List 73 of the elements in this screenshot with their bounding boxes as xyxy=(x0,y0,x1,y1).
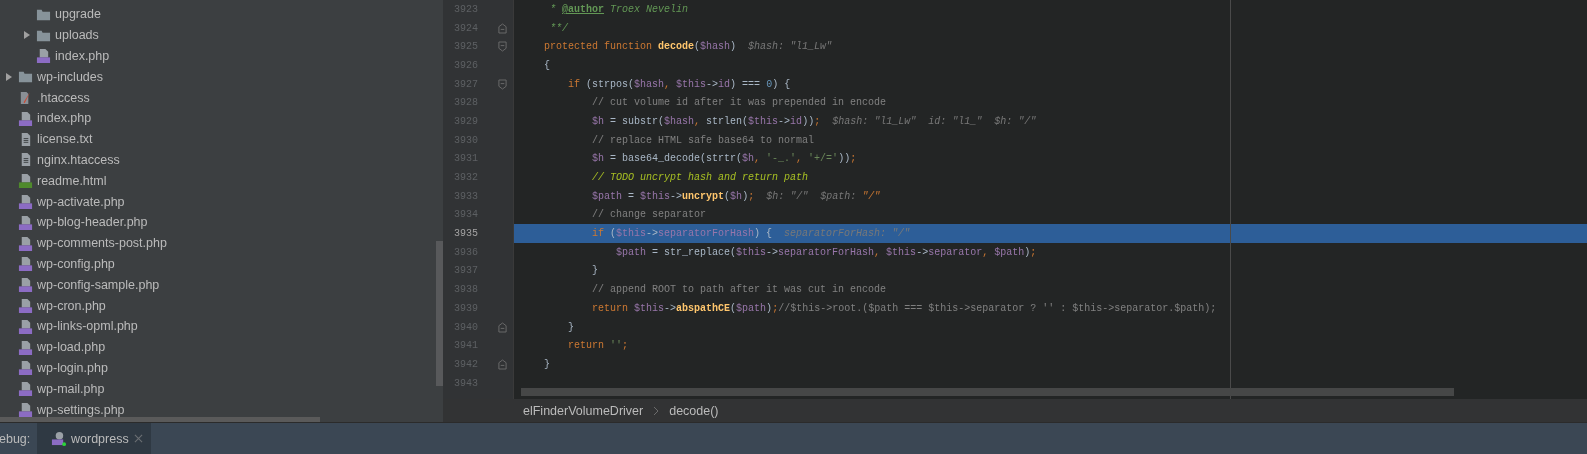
file-name[interactable]: index.php xyxy=(37,111,92,126)
breadcrumb[interactable]: elFinderVolumeDriver xyxy=(523,403,644,418)
code-line: if (strpos($hash, $this->id) === 0) { xyxy=(567,78,791,90)
code-line: * @author Troex Nevelin xyxy=(549,3,689,15)
file-name[interactable]: .htaccess xyxy=(37,90,90,105)
expand-arrow-icon[interactable] xyxy=(4,71,14,82)
file-name[interactable]: wp-settings.php xyxy=(37,402,125,417)
line-number: 3935 xyxy=(454,228,478,240)
code-line: $h = substr($hash, strlen($this->id)); $hash: "l1_Lw" id: "l1_" $h: "/" xyxy=(591,115,1037,127)
fold-marker-icon[interactable] xyxy=(498,41,507,53)
code-line: // TODO uncrypt hash and return path xyxy=(591,172,809,184)
file-name[interactable]: wp-mail.php xyxy=(37,381,105,396)
file-name[interactable]: wp-activate.php xyxy=(37,194,125,209)
file-name[interactable]: wp-links-opml.php xyxy=(37,319,138,334)
file-name[interactable]: readme.html xyxy=(37,173,107,188)
code-line: // replace HTML safe base64 to normal xyxy=(591,134,815,146)
debug-label: ebug: xyxy=(0,431,32,446)
code-line: $path = $this->uncrypt($h); $h: "/" $path: "/" xyxy=(591,190,881,202)
debug-tab[interactable]: wordpress xyxy=(37,423,151,454)
file-name[interactable]: wp-includes xyxy=(37,69,103,84)
scrollbar-thumb[interactable] xyxy=(436,241,443,386)
file-name[interactable]: wp-comments-post.php xyxy=(37,236,167,251)
php-file-icon xyxy=(18,235,33,251)
file-name[interactable]: wp-login.php xyxy=(37,360,108,375)
file-name[interactable]: wp-load.php xyxy=(37,340,106,355)
scrollbar-thumb[interactable] xyxy=(521,388,1454,396)
php-file-icon xyxy=(18,360,33,376)
code-line: return $this->abspathCE($path);//$this->root.($path === $this->separator ? '' : $this->separator.$path); xyxy=(591,302,1217,314)
file-name[interactable]: wp-cron.php xyxy=(37,298,106,313)
code-line: // cut volume id after it was prepended in encode xyxy=(591,97,887,109)
fold-marker-icon[interactable] xyxy=(498,78,507,90)
html-file-icon xyxy=(18,173,33,189)
code-line: } xyxy=(591,265,598,277)
fold-marker-icon[interactable] xyxy=(498,358,507,370)
code-line: // append ROOT to path after it was cut in encode xyxy=(591,284,887,296)
code-line: **/ xyxy=(549,22,568,34)
php-file-icon xyxy=(18,277,33,293)
code-line: protected function decode($hash) $hash: "l1_Lw" xyxy=(543,41,833,53)
folder-icon xyxy=(18,69,33,85)
close-icon[interactable] xyxy=(133,434,143,444)
code-line: { xyxy=(543,59,550,71)
code-line: if ($this->separatorForHash) { separatorForHash: "/" xyxy=(591,228,911,240)
expand-arrow-icon[interactable] xyxy=(22,30,32,41)
file-name[interactable]: index.php xyxy=(55,49,110,63)
code-line: $path = str_replace($this->separatorForHash, $this->separator, $path); xyxy=(615,246,1037,258)
php-file-icon xyxy=(18,318,33,334)
chevron-icon xyxy=(653,405,660,416)
code-line: } xyxy=(567,321,574,333)
php-file-icon xyxy=(18,214,33,230)
file-name[interactable]: wp-config-sample.php xyxy=(37,277,160,292)
code-line: // change separator xyxy=(591,209,707,221)
php-file-icon xyxy=(18,339,33,355)
code-line: return ''; xyxy=(567,340,629,352)
fold-marker-icon[interactable] xyxy=(498,321,507,333)
code-line: $h = base64_decode(strtr($h, '-_.', '+/=')); xyxy=(591,153,857,165)
fold-marker-icon[interactable] xyxy=(498,22,507,34)
scrollbar-thumb[interactable] xyxy=(0,417,320,422)
file-name[interactable]: uploads xyxy=(55,28,99,43)
file-name[interactable]: upgrade xyxy=(55,7,101,22)
breadcrumb[interactable]: decode() xyxy=(669,403,719,418)
php-file-icon xyxy=(18,381,33,397)
file-name[interactable]: wp-config.php xyxy=(37,256,115,271)
php-file-icon xyxy=(36,48,51,64)
php-debug-icon xyxy=(51,431,66,447)
file-name[interactable]: nginx.htaccess xyxy=(37,152,120,167)
file-name[interactable]: license.txt xyxy=(37,132,93,147)
file-name[interactable]: wp-blog-header.php xyxy=(37,215,148,230)
code-line: } xyxy=(543,358,550,370)
php-file-icon xyxy=(18,194,33,210)
php-file-icon xyxy=(18,402,33,418)
php-file-icon xyxy=(18,110,33,126)
php-file-icon xyxy=(18,256,33,272)
php-file-icon xyxy=(18,298,33,314)
